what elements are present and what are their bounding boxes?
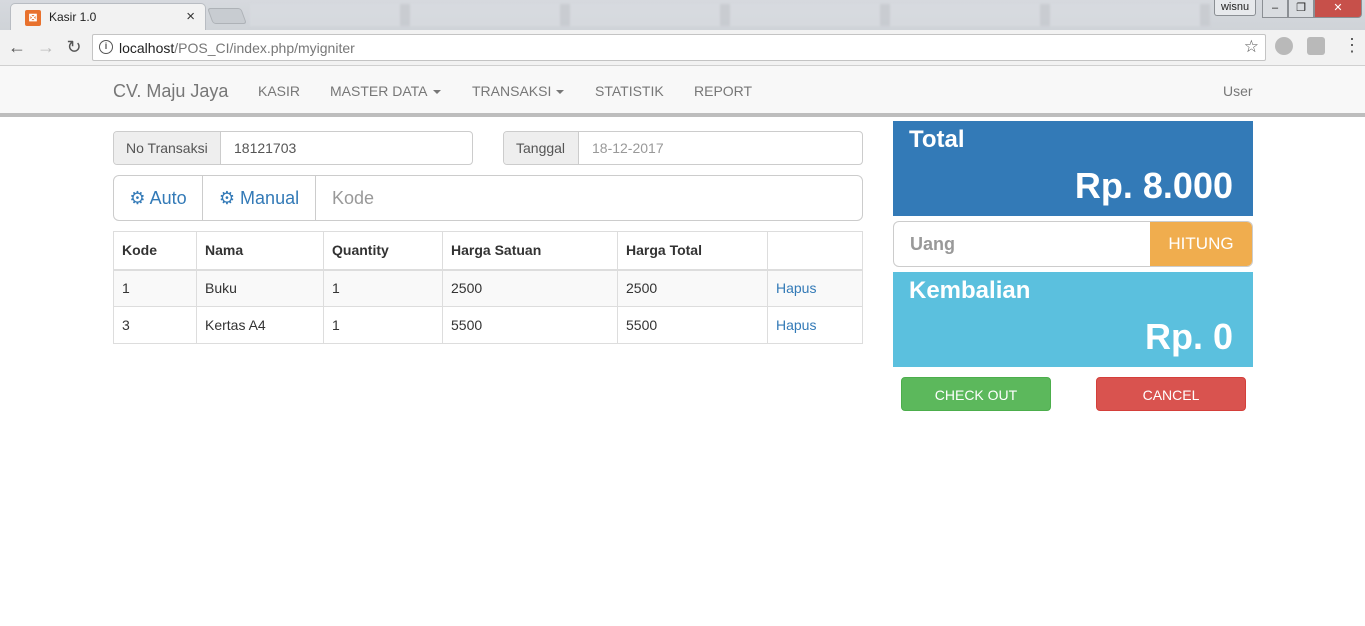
tab-close-icon[interactable]: × bbox=[186, 8, 195, 25]
gear-icon: ⚙ bbox=[218, 188, 236, 208]
bookmark-star-icon[interactable]: ☆ bbox=[1244, 37, 1259, 57]
address-bar[interactable]: i localhost/POS_CI/index.php/myigniter ☆ bbox=[92, 34, 1266, 61]
cell-action: Hapus bbox=[767, 269, 863, 307]
total-label: Total bbox=[909, 126, 965, 153]
cell-kode: 3 bbox=[113, 306, 197, 344]
tanggal-input[interactable]: 18-12-2017 bbox=[592, 132, 664, 164]
manual-button[interactable]: ⚙ Manual bbox=[203, 176, 316, 220]
window-maximize-button[interactable]: ❐ bbox=[1288, 0, 1314, 18]
col-kode: Kode bbox=[113, 231, 197, 271]
new-tab-button[interactable] bbox=[207, 8, 247, 24]
cell-harga-satuan: 2500 bbox=[442, 269, 618, 307]
caret-down-icon bbox=[556, 90, 565, 95]
cell-harga-satuan: 5500 bbox=[442, 306, 618, 344]
kembalian-label: Kembalian bbox=[909, 277, 1031, 304]
nav-item-master-data-label: MASTER DATA bbox=[330, 83, 428, 99]
total-value: Rp. 8.000 bbox=[1074, 165, 1233, 206]
url-text: localhost/POS_CI/index.php/myigniter bbox=[119, 40, 355, 56]
nav-item-master-data[interactable]: MASTER DATA bbox=[330, 83, 441, 99]
browser-tabstrip: ⊠ Kasir 1.0 × wisnu – ❐ ✕ bbox=[0, 0, 1365, 31]
nav-item-transaksi-label: TRANSAKSI bbox=[472, 83, 552, 99]
hitung-button[interactable]: HITUNG bbox=[1150, 222, 1252, 266]
cell-harga-total: 2500 bbox=[617, 269, 768, 307]
col-harga-satuan: Harga Satuan bbox=[442, 231, 618, 271]
cancel-button[interactable]: CANCEL bbox=[1096, 377, 1246, 411]
auto-button[interactable]: ⚙ Auto bbox=[114, 176, 203, 220]
nav-item-transaksi[interactable]: TRANSAKSI bbox=[472, 83, 565, 99]
app-navbar: CV. Maju Jaya KASIR MASTER DATA TRANSAKS… bbox=[0, 66, 1365, 117]
col-nama: Nama bbox=[196, 231, 324, 271]
hapus-link[interactable]: Hapus bbox=[776, 317, 816, 333]
extension-shield-icon[interactable] bbox=[1307, 37, 1325, 55]
col-harga-total: Harga Total bbox=[617, 231, 768, 271]
browser-menu-icon[interactable]: ⋮ bbox=[1343, 36, 1361, 54]
manual-button-label: Manual bbox=[240, 188, 300, 208]
forward-arrow-icon[interactable]: → bbox=[36, 37, 56, 57]
cell-harga-total: 5500 bbox=[617, 306, 768, 344]
col-action bbox=[767, 231, 863, 271]
table-row: 1 Buku 1 2500 2500 Hapus bbox=[113, 269, 863, 307]
uang-input[interactable]: Uang bbox=[910, 222, 955, 266]
table-header-row: Kode Nama Quantity Harga Satuan Harga To… bbox=[113, 231, 863, 271]
window-minimize-button[interactable]: – bbox=[1262, 0, 1288, 18]
kode-input[interactable]: Kode bbox=[332, 176, 374, 220]
checkout-button[interactable]: CHECK OUT bbox=[901, 377, 1051, 411]
caret-down-icon bbox=[432, 90, 441, 95]
window-close-button[interactable]: ✕ bbox=[1314, 0, 1362, 18]
nav-item-statistik[interactable]: STATISTIK bbox=[595, 83, 664, 99]
cell-qty: 1 bbox=[323, 306, 443, 344]
cell-nama: Kertas A4 bbox=[196, 306, 324, 344]
kode-input-group: ⚙ Auto ⚙ Manual Kode bbox=[113, 175, 863, 221]
no-transaksi-input[interactable]: 18121703 bbox=[234, 132, 296, 164]
kembalian-panel: Kembalian Rp. 0 bbox=[893, 272, 1253, 367]
tab-title: Kasir 1.0 bbox=[49, 10, 97, 24]
nav-user[interactable]: User bbox=[1223, 83, 1253, 99]
uang-input-group: Uang HITUNG bbox=[893, 221, 1253, 267]
total-panel: Total Rp. 8.000 bbox=[893, 121, 1253, 216]
no-transaksi-label: No Transaksi bbox=[114, 132, 221, 164]
no-transaksi-group: No Transaksi 18121703 bbox=[113, 131, 473, 165]
back-arrow-icon[interactable]: ← bbox=[7, 37, 27, 57]
browser-toolbar: ← → ↻ i localhost/POS_CI/index.php/myign… bbox=[0, 30, 1365, 66]
col-quantity: Quantity bbox=[323, 231, 443, 271]
info-icon[interactable]: i bbox=[99, 40, 113, 54]
cell-qty: 1 bbox=[323, 269, 443, 307]
url-host: localhost bbox=[119, 40, 175, 56]
url-path: /POS_CI/index.php/myigniter bbox=[174, 40, 355, 56]
cell-action: Hapus bbox=[767, 306, 863, 344]
tanggal-label: Tanggal bbox=[504, 132, 579, 164]
hapus-link[interactable]: Hapus bbox=[776, 280, 816, 296]
reload-icon[interactable]: ↻ bbox=[64, 37, 84, 57]
browser-tab-active[interactable]: ⊠ Kasir 1.0 × bbox=[10, 3, 206, 31]
window-user-badge: wisnu bbox=[1214, 0, 1256, 16]
blurred-tabs bbox=[250, 4, 1210, 26]
gear-icon: ⚙ bbox=[129, 188, 146, 208]
nav-item-kasir[interactable]: KASIR bbox=[258, 83, 300, 99]
xampp-favicon-icon: ⊠ bbox=[25, 10, 41, 26]
cell-kode: 1 bbox=[113, 269, 197, 307]
auto-button-label: Auto bbox=[149, 188, 187, 208]
table-row: 3 Kertas A4 1 5500 5500 Hapus bbox=[113, 306, 863, 344]
cart-table: Kode Nama Quantity Harga Satuan Harga To… bbox=[113, 231, 863, 344]
kembalian-value: Rp. 0 bbox=[1144, 316, 1233, 357]
tanggal-group: Tanggal 18-12-2017 bbox=[503, 131, 863, 165]
extension-globe-icon[interactable] bbox=[1275, 37, 1293, 55]
cell-nama: Buku bbox=[196, 269, 324, 307]
nav-item-report[interactable]: REPORT bbox=[694, 83, 752, 99]
brand[interactable]: CV. Maju Jaya bbox=[113, 81, 228, 102]
